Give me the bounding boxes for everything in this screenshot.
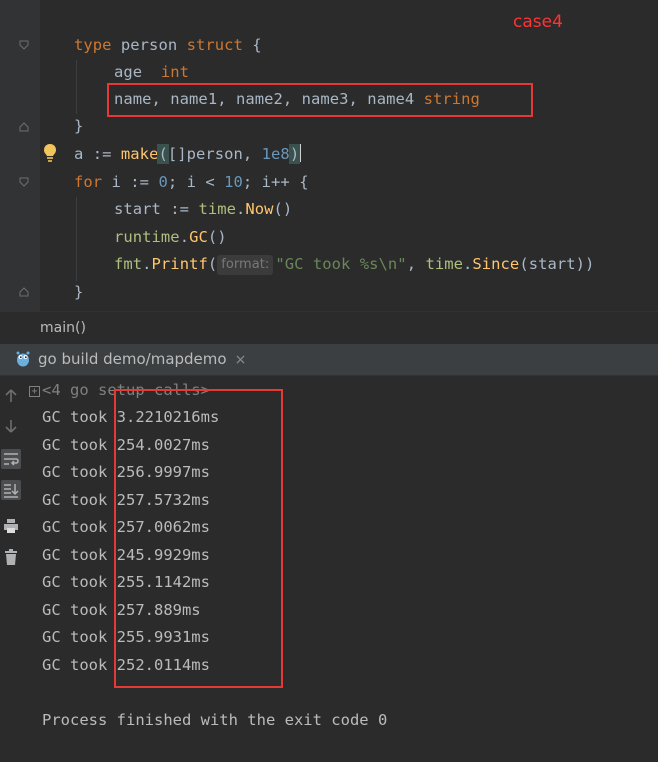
lightbulb-icon[interactable]: [43, 143, 57, 163]
assignment: start :=: [114, 200, 199, 218]
keyword-for: for: [74, 173, 103, 191]
parameter-hint: format:: [217, 255, 274, 275]
code-line-age-field[interactable]: age int: [114, 59, 189, 86]
console-output[interactable]: + <4 go setup calls> GC took 3.2210216ms…: [0, 376, 658, 762]
scroll-to-end-icon[interactable]: [1, 480, 21, 500]
for-post: ; i++ {: [242, 173, 309, 191]
code-line-close-struct[interactable]: }: [74, 113, 83, 140]
assignment: a :=: [74, 145, 121, 163]
number-literal: 1e8: [261, 145, 290, 163]
text-caret: [299, 144, 302, 162]
for-init: i :=: [102, 173, 159, 191]
case-label: case4: [513, 12, 563, 32]
fold-marker-icon[interactable]: [19, 40, 29, 50]
breadcrumb[interactable]: main(): [40, 312, 86, 344]
code-line-gc[interactable]: runtime.GC(): [114, 224, 227, 251]
paren-open: (: [157, 144, 169, 164]
open-brace: {: [242, 36, 262, 54]
gc-prefix: GC took: [42, 656, 117, 674]
gc-prefix: GC took: [42, 518, 117, 536]
call-args: (start)): [519, 255, 595, 273]
indent-guide: [76, 60, 77, 114]
soft-wrap-icon[interactable]: [1, 449, 21, 469]
indent-guide: [76, 197, 77, 281]
gc-prefix: GC took: [42, 601, 117, 619]
run-panel-header: go build demo/mapdemo ×: [0, 344, 658, 376]
code-line-for[interactable]: for i := 0; i < 10; i++ {: [74, 169, 309, 196]
number-literal: 0: [158, 173, 168, 191]
print-icon[interactable]: [1, 516, 21, 536]
func-since: Since: [472, 255, 520, 273]
fold-marker-icon[interactable]: [19, 122, 29, 132]
gc-prefix: GC took: [42, 463, 117, 481]
code-line-start[interactable]: start := time.Now(): [114, 196, 292, 223]
console-toolbar: [0, 376, 22, 762]
code-line-close-for[interactable]: }: [74, 279, 83, 306]
keyword-type: type: [74, 36, 112, 54]
paren-close: ): [288, 144, 301, 164]
dot: .: [235, 200, 246, 218]
dot: .: [142, 255, 152, 273]
exit-message: Process finished with the exit code 0: [42, 711, 388, 729]
dot: .: [463, 255, 473, 273]
package-time: time: [198, 200, 236, 218]
close-brace: }: [74, 117, 84, 135]
highlight-box: [107, 83, 533, 117]
run-tab[interactable]: go build demo/mapdemo ×: [14, 344, 246, 375]
gc-prefix: GC took: [42, 491, 117, 509]
close-brace: }: [74, 283, 84, 301]
expand-icon[interactable]: +: [29, 386, 40, 397]
for-cond: ; i <: [167, 173, 225, 191]
gc-prefix: GC took: [42, 436, 117, 454]
package-fmt: fmt: [114, 255, 143, 273]
func-make: make: [120, 145, 159, 163]
code-editor[interactable]: type person struct { age int name, name1…: [0, 0, 658, 311]
code-line-printf[interactable]: fmt.Printf(format: "GC took %s\n", time.S…: [114, 251, 594, 278]
call-parens: (): [207, 228, 227, 246]
gopher-icon: [14, 347, 32, 367]
gc-prefix: GC took: [42, 628, 117, 646]
number-literal: 10: [224, 173, 243, 191]
paren-open: (: [207, 255, 218, 273]
dot: .: [179, 228, 190, 246]
string-literal: "GC took %s\n": [275, 255, 407, 273]
fold-marker-icon[interactable]: [19, 287, 29, 297]
func-printf: Printf: [151, 255, 208, 273]
package-runtime: runtime: [114, 228, 180, 246]
code-line-type-decl[interactable]: type person struct {: [74, 32, 262, 59]
down-arrow-icon[interactable]: [1, 416, 21, 436]
breadcrumb-bar: main(): [0, 311, 658, 345]
up-arrow-icon[interactable]: [1, 386, 21, 406]
code-line-make[interactable]: a := make([]person, 1e8): [74, 141, 302, 168]
trash-icon[interactable]: [1, 547, 21, 567]
package-time: time: [425, 255, 463, 273]
make-args: []person,: [167, 145, 262, 163]
highlight-box: [114, 389, 283, 688]
call-parens: (): [273, 200, 293, 218]
gc-prefix: GC took: [42, 546, 117, 564]
gc-prefix: GC took: [42, 408, 117, 426]
keyword-struct: struct: [186, 36, 243, 54]
close-icon[interactable]: ×: [235, 352, 247, 368]
comma: ,: [406, 255, 426, 273]
run-tab-label: go build demo/mapdemo: [38, 350, 227, 368]
fold-marker-icon[interactable]: [19, 177, 29, 187]
func-gc: GC: [189, 228, 208, 246]
type-name: person: [111, 36, 187, 54]
field-name: age: [114, 63, 161, 81]
func-now: Now: [245, 200, 274, 218]
gc-prefix: GC took: [42, 573, 117, 591]
field-type: int: [160, 63, 190, 81]
